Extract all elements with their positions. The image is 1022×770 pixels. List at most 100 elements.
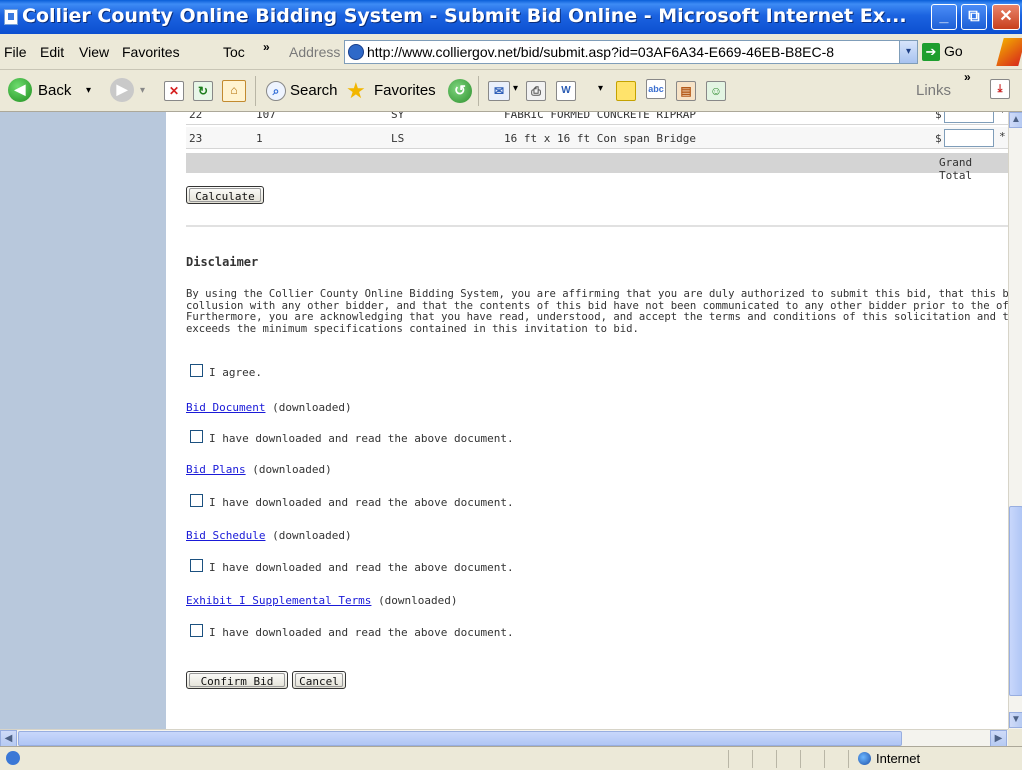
standard-toolbar: ◀ Back ▾ ▶ ▾ ✕ ↻ ⌂ ⌕ Search ★ Favorites … [0,70,1022,112]
table-row: 23 1 LS 16 ft x 16 ft Con span Bridge $ … [186,127,1008,149]
title-bar[interactable]: Collier County Online Bidding System - S… [0,0,1022,34]
menu-overflow-chevron[interactable]: » [263,40,270,54]
address-label: Address [289,44,341,60]
unit-price-input[interactable] [944,129,994,147]
cancel-label: Cancel [295,673,343,688]
document-read-checkbox[interactable] [190,624,203,637]
go-label: Go [944,43,963,59]
agree-label: I agree. [209,366,262,379]
links-label[interactable]: Links [916,82,951,99]
cancel-button[interactable]: Cancel [292,671,346,689]
bid-plans-link[interactable]: Bid Plans [186,463,246,476]
note-icon[interactable] [616,81,636,101]
search-button[interactable]: ⌕ Search [266,78,342,104]
agree-checkbox[interactable] [190,364,203,377]
vertical-scrollbar[interactable]: ▲ ▼ [1008,112,1022,729]
print-icon[interactable]: ⎙ [526,81,546,101]
refresh-icon[interactable]: ↻ [193,81,213,101]
close-button[interactable]: ✕ [992,4,1020,30]
mail-icon[interactable]: ✉ [488,81,510,101]
grand-total-row: Grand Total [186,153,1008,182]
menu-tools[interactable]: Toc [223,44,245,60]
confirm-bid-button[interactable]: Confirm Bid [186,671,288,689]
document-read-checkbox[interactable] [190,559,203,572]
status-divider [728,750,729,768]
messenger-icon[interactable]: ☺ [706,81,726,101]
forward-button[interactable]: ▶ ▾ [110,78,150,104]
favorites-star-icon: ★ [346,78,366,103]
menu-view[interactable]: View [79,44,109,60]
menu-bar: File Edit View Favorites Toc » Address h… [0,34,1022,70]
item-quantity: 1 [256,132,263,145]
search-icon: ⌕ [266,81,286,101]
item-description: FABRIC FORMED CONCRETE RIPRAP [504,112,697,121]
scroll-left-icon[interactable]: ◀ [0,730,17,747]
document-read-label: I have downloaded and read the above doc… [209,626,514,639]
edit-word-icon[interactable]: W [556,81,576,101]
status-divider [776,750,777,768]
pdf-icon[interactable]: ⤓ [990,79,1010,99]
disclaimer-text: By using the Collier County Online Biddi… [186,288,1008,335]
menu-edit[interactable]: Edit [40,44,64,60]
confirm-bid-label: Confirm Bid [189,673,285,688]
item-number: 22 [189,112,203,121]
favorites-button[interactable]: ★ Favorites [346,78,446,104]
browser-window: Collier County Online Bidding System - S… [0,0,1022,770]
bid-document-link[interactable]: Bid Document [186,401,265,414]
document-read-label: I have downloaded and read the above doc… [209,561,514,574]
download-status: (downloaded) [252,463,332,476]
bid-schedule-entry: Bid Schedule (downloaded) [186,529,352,542]
disclaimer-line: Furthermore, you are acknowledging that … [186,311,1008,323]
go-button[interactable]: ➔ Go [922,41,970,63]
menu-favorites[interactable]: Favorites [122,44,180,60]
status-divider [800,750,801,768]
document-read-label: I have downloaded and read the above doc… [209,496,514,509]
menu-file[interactable]: File [4,44,27,60]
disclaimer-line: exceeds the minimum specifications conta… [186,322,639,335]
back-dropdown-icon[interactable]: ▾ [86,85,91,96]
disclaimer-heading: Disclaimer [186,255,259,269]
internet-zone-icon [858,752,871,765]
scroll-right-icon[interactable]: ▶ [990,730,1007,747]
edit-dropdown-icon[interactable]: ▾ [598,83,603,94]
page-sidebar [0,112,166,729]
required-marker: * [999,112,1006,119]
back-button[interactable]: ◀ Back ▾ [8,78,91,104]
forward-arrow-icon: ▶ [110,78,134,102]
links-overflow-chevron[interactable]: » [964,70,971,84]
history-icon[interactable]: ↺ [448,79,472,103]
forward-dropdown-icon[interactable]: ▾ [140,85,145,96]
bid-schedule-link[interactable]: Bid Schedule [186,529,265,542]
status-divider [824,750,825,768]
supplemental-terms-entry: Exhibit I Supplemental Terms (downloaded… [186,594,458,607]
scroll-down-icon[interactable]: ▼ [1009,712,1022,728]
maximize-button[interactable]: ⧉ [961,4,987,30]
document-read-checkbox[interactable] [190,494,203,507]
scroll-up-icon[interactable]: ▲ [1009,112,1022,128]
required-marker: * [999,130,1006,143]
address-input[interactable]: http://www.colliergov.net/bid/submit.asp… [367,44,834,60]
home-icon[interactable]: ⌂ [222,80,246,102]
bid-plans-entry: Bid Plans (downloaded) [186,463,332,476]
stop-icon[interactable]: ✕ [164,81,184,101]
calculate-label: Calculate [189,188,261,203]
document-read-checkbox[interactable] [190,430,203,443]
item-unit: LS [391,132,405,145]
section-divider [186,225,1008,227]
supplemental-terms-link[interactable]: Exhibit I Supplemental Terms [186,594,371,607]
address-bar[interactable]: http://www.colliergov.net/bid/submit.asp… [344,40,918,64]
research-icon[interactable]: ▤ [676,81,696,101]
spellcheck-icon[interactable]: abc [646,79,666,99]
status-divider [848,750,849,768]
horizontal-scrollbar[interactable]: ◀ ▶ [0,729,1008,747]
horizontal-scroll-thumb[interactable] [18,731,902,746]
address-dropdown-icon[interactable]: ▾ [899,41,917,63]
mail-dropdown-icon[interactable]: ▾ [513,83,518,94]
vertical-scroll-thumb[interactable] [1009,506,1022,696]
calculate-button[interactable]: Calculate [186,186,264,204]
minimize-button[interactable]: _ [931,4,957,30]
download-status: (downloaded) [378,594,458,607]
download-status: (downloaded) [272,529,352,542]
unit-price-input[interactable] [944,112,994,123]
windows-logo-icon [996,38,1022,66]
